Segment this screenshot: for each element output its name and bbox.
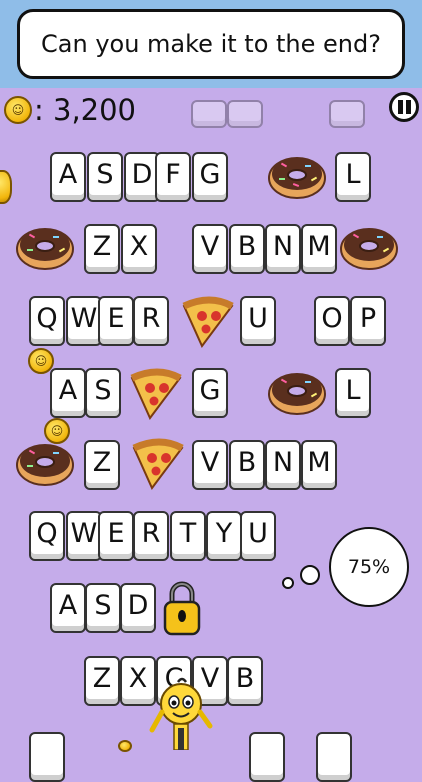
donut-icon[interactable] <box>267 366 327 416</box>
coin-icon <box>118 740 132 752</box>
key-l[interactable]: L <box>335 368 371 418</box>
key-y[interactable]: Y <box>206 511 242 561</box>
score-value: : 3,200 <box>34 93 137 127</box>
key-w[interactable]: W <box>66 296 102 346</box>
donut-icon[interactable] <box>15 437 75 487</box>
donut-icon[interactable] <box>15 221 75 271</box>
key-q[interactable]: Q <box>29 296 65 346</box>
key-b[interactable]: B <box>229 224 265 274</box>
coin-icon[interactable]: ☺ <box>44 418 70 444</box>
key-z[interactable]: Z <box>84 440 120 490</box>
pause-button[interactable] <box>389 92 419 122</box>
key-g[interactable]: G <box>192 368 228 418</box>
coin-icon[interactable] <box>0 170 12 204</box>
key-e[interactable]: E <box>98 296 134 346</box>
key-partial <box>29 732 65 782</box>
pause-icon <box>405 100 411 114</box>
key-partial <box>316 732 352 782</box>
key-a[interactable]: A <box>50 152 86 202</box>
key-r[interactable]: R <box>133 511 169 561</box>
emoji-character <box>149 677 213 750</box>
key-r[interactable]: R <box>133 296 169 346</box>
donut-icon[interactable] <box>267 150 327 200</box>
key-g[interactable]: G <box>192 152 228 202</box>
score-display: ☺ : 3,200 <box>4 92 136 128</box>
key-z[interactable]: Z <box>84 224 120 274</box>
key-x[interactable]: X <box>121 224 157 274</box>
pause-icon <box>397 100 403 114</box>
thought-dot <box>300 565 320 585</box>
key-d[interactable]: D <box>120 583 156 633</box>
key-s[interactable]: S <box>85 368 121 418</box>
key-l[interactable]: L <box>335 152 371 202</box>
thought-dot <box>282 577 294 589</box>
key-u[interactable]: U <box>240 296 276 346</box>
key-e[interactable]: E <box>98 511 134 561</box>
pizza-icon[interactable] <box>128 368 184 420</box>
speech-bubble: Can you make it to the end? <box>17 9 405 79</box>
pizza-icon[interactable] <box>180 296 236 348</box>
key-q[interactable]: Q <box>29 511 65 561</box>
key-t[interactable]: T <box>170 511 206 561</box>
key-v[interactable]: V <box>192 440 228 490</box>
key-partial <box>191 100 227 128</box>
key-n[interactable]: N <box>265 440 301 490</box>
key-m[interactable]: M <box>301 440 337 490</box>
key-s[interactable]: S <box>85 583 121 633</box>
key-a[interactable]: A <box>50 583 86 633</box>
coin-icon: ☺ <box>4 96 32 124</box>
donut-icon[interactable] <box>339 221 399 271</box>
key-o[interactable]: O <box>314 296 350 346</box>
key-f[interactable]: F <box>155 152 191 202</box>
key-v[interactable]: V <box>192 224 228 274</box>
key-b[interactable]: B <box>229 440 265 490</box>
key-s[interactable]: S <box>87 152 123 202</box>
key-n[interactable]: N <box>265 224 301 274</box>
progress-text: 75% <box>347 556 391 578</box>
key-partial <box>249 732 285 782</box>
header-title: Can you make it to the end? <box>41 30 381 58</box>
key-z[interactable]: Z <box>84 656 120 706</box>
key-b[interactable]: B <box>227 656 263 706</box>
key-partial <box>227 100 263 128</box>
key-p[interactable]: P <box>350 296 386 346</box>
progress-bubble: 75% <box>329 527 409 607</box>
coin-icon[interactable]: ☺ <box>28 348 54 374</box>
key-a[interactable]: A <box>50 368 86 418</box>
key-u[interactable]: U <box>240 511 276 561</box>
key-partial <box>329 100 365 128</box>
key-w[interactable]: W <box>66 511 102 561</box>
pizza-icon[interactable] <box>130 438 186 490</box>
key-m[interactable]: M <box>301 224 337 274</box>
lock-icon <box>163 581 201 636</box>
